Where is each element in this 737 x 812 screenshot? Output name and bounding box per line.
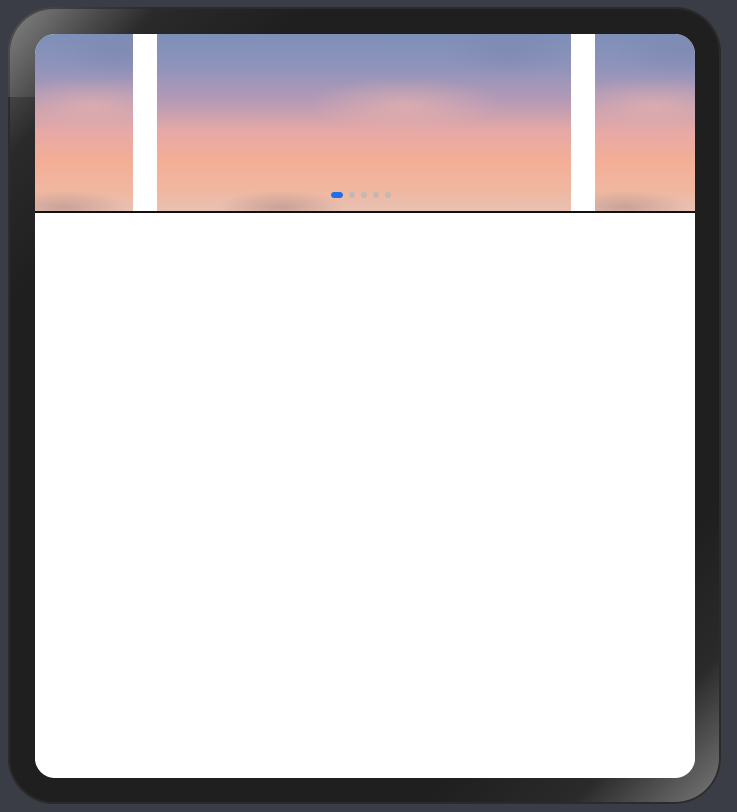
carousel-slide-current[interactable] bbox=[157, 34, 571, 211]
screen bbox=[35, 34, 695, 778]
page-indicator-dot-2[interactable] bbox=[349, 192, 355, 198]
carousel-page-indicator bbox=[331, 191, 391, 199]
page-indicator-dot-4[interactable] bbox=[373, 192, 379, 198]
page-indicator-dot-1[interactable] bbox=[331, 192, 343, 198]
carousel-slide-previous[interactable] bbox=[35, 34, 133, 211]
page-indicator-dot-3[interactable] bbox=[361, 192, 367, 198]
carousel-slide-next[interactable] bbox=[595, 34, 695, 211]
carousel-gap bbox=[133, 34, 157, 211]
device-frame bbox=[8, 7, 721, 804]
page-indicator-dot-5[interactable] bbox=[385, 192, 391, 198]
carousel-gap bbox=[571, 34, 595, 211]
image-carousel[interactable] bbox=[35, 34, 695, 213]
content-area bbox=[35, 213, 695, 778]
